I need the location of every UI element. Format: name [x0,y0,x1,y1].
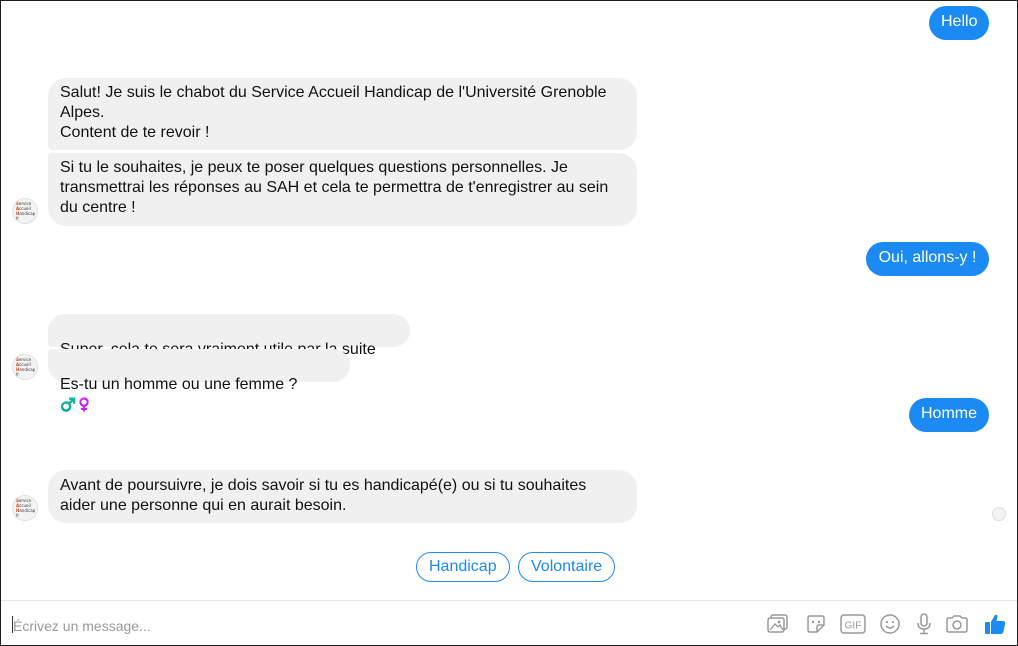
outgoing-message-allons: Oui, allons-y ! [866,242,989,276]
text-caret [12,616,13,633]
incoming-message: Salut! Je suis le chabot du Service Accu… [48,78,637,150]
image-icon[interactable] [766,612,790,636]
read-receipt-avatar [992,507,1006,521]
message-input[interactable] [11,614,615,638]
incoming-message: Avant de poursuivre, je dois savoir si t… [48,470,637,523]
bot-avatar: Service Accueil Handicap fr [12,354,38,380]
message-text: Es-tu un homme ou une femme ? [60,376,298,393]
outgoing-message-hello: Hello [929,6,989,40]
message-composer: GIF [1,600,1017,646]
emoji-icon[interactable] [878,612,902,636]
quick-reply-volontaire[interactable]: Volontaire [518,552,615,582]
svg-text:GIF: GIF [845,621,862,632]
sticker-icon[interactable] [804,612,828,636]
quick-reply-handicap[interactable]: Handicap [416,552,510,582]
bot-avatar: Service Accueil Handicap fr [12,495,38,521]
incoming-message: Super, cela te sera vraiment utile par l… [48,314,410,377]
gif-icon[interactable]: GIF [840,612,866,636]
thumbs-up-icon[interactable] [983,612,1007,636]
gender-emoji-icon: ♂️♀️ [60,397,93,412]
incoming-message: Si tu le souhaites, je peux te poser que… [48,153,637,226]
bot-avatar: Service Accueil Handicap fr [12,198,38,224]
camera-icon[interactable] [945,612,969,636]
microphone-icon[interactable] [912,612,936,636]
incoming-message: Es-tu un homme ou une femme ? ♂️♀️ [48,349,350,412]
outgoing-message-homme: Homme [909,398,989,432]
